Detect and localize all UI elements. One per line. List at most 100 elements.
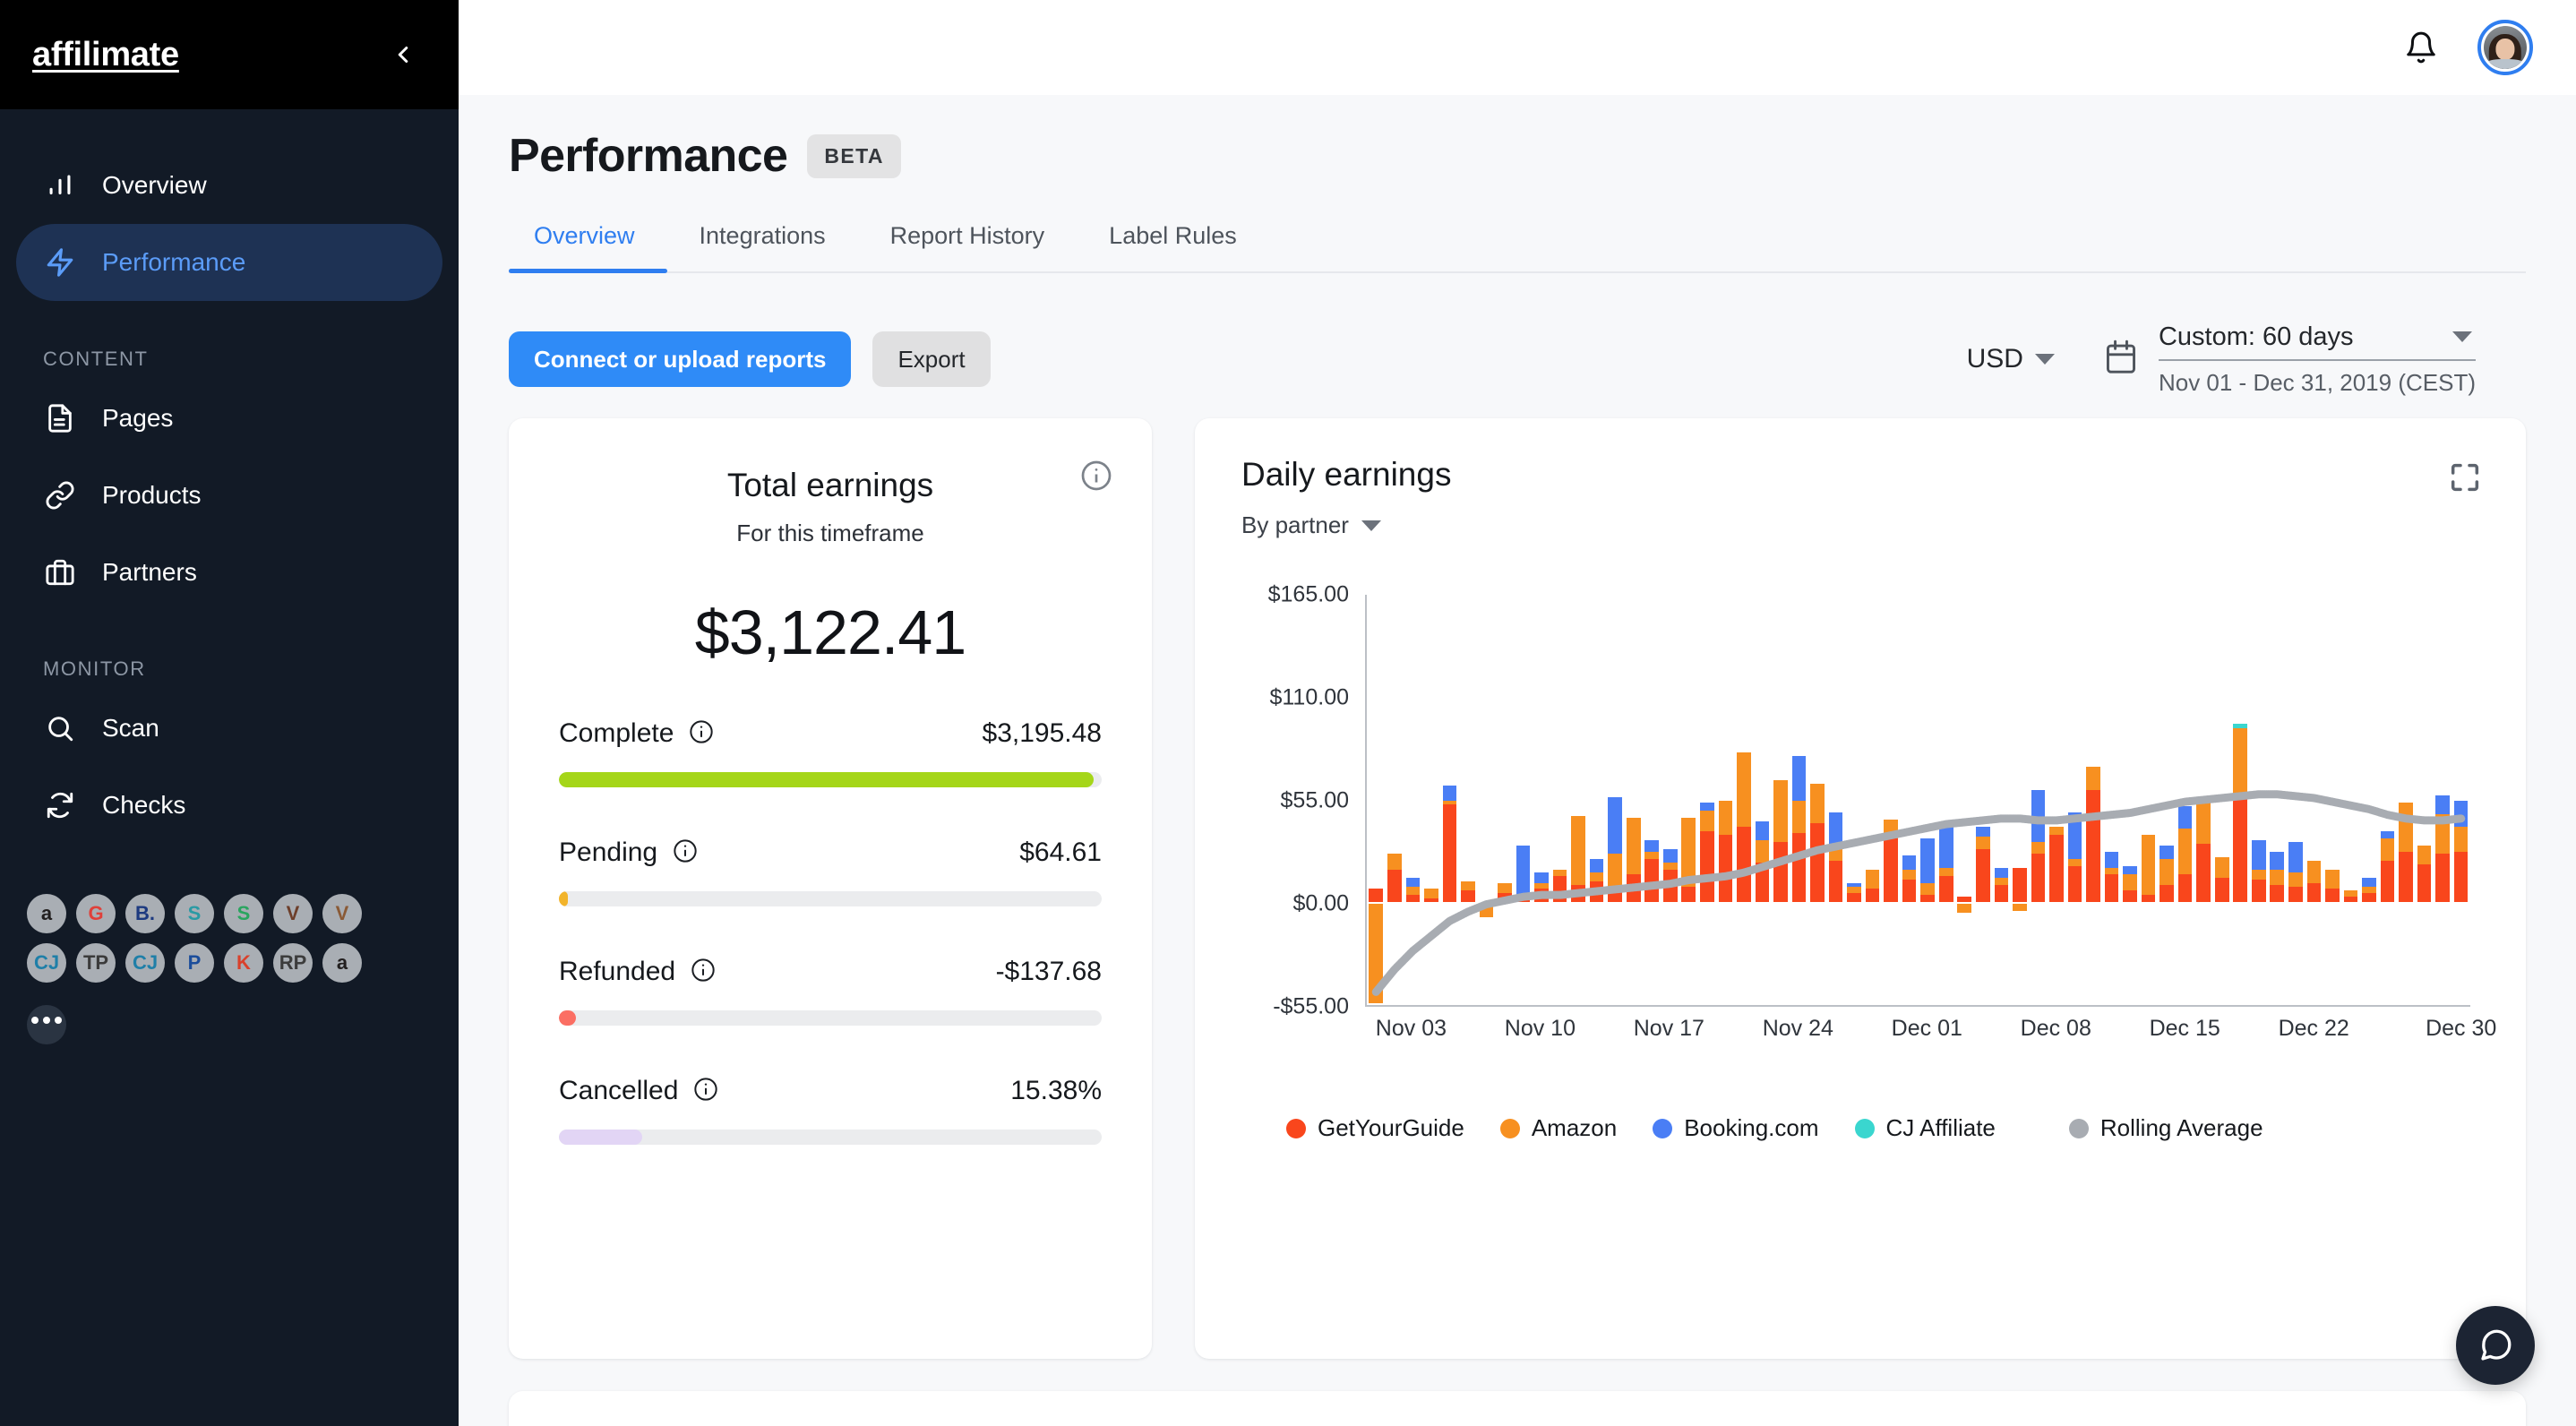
rolling-average-line: [1367, 595, 2470, 1005]
tab-integrations[interactable]: Integrations: [667, 222, 858, 271]
y-axis-tick: $0.00: [1292, 890, 1349, 916]
sidebar-item-overview[interactable]: Overview: [16, 147, 442, 224]
legend-item-cj-affiliate[interactable]: CJ Affiliate: [1854, 1114, 1996, 1142]
chevron-left-icon: [398, 47, 408, 63]
x-axis-labels: Nov 03 Nov 10 Nov 17 Nov 24 Dec 01 Dec 08 Dec …: [1365, 1016, 2497, 1052]
partner-chip-klook[interactable]: K: [224, 943, 263, 983]
partner-chip-amazon[interactable]: a: [27, 894, 66, 933]
sidebar-item-overview-label: Overview: [102, 171, 207, 199]
metric-row: Complete $3,195.48: [559, 718, 1102, 749]
brand-logo[interactable]: affilimate: [32, 36, 179, 74]
legend-label: Rolling Average: [2099, 1114, 2263, 1141]
connect-or-upload-reports-button[interactable]: Connect or upload reports: [509, 331, 852, 387]
metric-complete: Complete $3,195.48: [559, 718, 1102, 787]
partner-chip-viator[interactable]: V: [322, 894, 362, 933]
total-earnings-title: Total earnings: [726, 467, 934, 503]
legend-item-getyourguide[interactable]: GetYourGuide: [1286, 1114, 1464, 1142]
sidebar-group-monitor: Scan Checks: [0, 690, 459, 844]
chat-support-button[interactable]: [2456, 1306, 2535, 1385]
lightning-bolt-icon: [43, 245, 77, 279]
document-icon: [43, 401, 77, 435]
main-content: Performance BETA Overview Integrations R…: [459, 0, 2576, 1426]
y-axis-tick: -$55.00: [1273, 993, 1349, 1019]
sidebar-item-partners[interactable]: Partners: [16, 534, 442, 611]
currency-selector[interactable]: USD: [1967, 344, 2055, 374]
legend-item-amazon[interactable]: Amazon: [1499, 1114, 1617, 1142]
expand-icon[interactable]: [2447, 460, 2483, 500]
partner-chip-rakuten[interactable]: RP: [273, 943, 313, 983]
metric-left: Refunded: [559, 957, 716, 987]
calendar-icon: [2103, 339, 2139, 381]
beta-badge: BETA: [807, 133, 901, 178]
notifications-button[interactable]: [2404, 30, 2438, 64]
sidebar-item-products[interactable]: Products: [16, 457, 442, 534]
legend-color-swatch: [1499, 1118, 1520, 1138]
date-range-selector[interactable]: Custom: 60 days Nov 01 - Dec 31, 2019 (C…: [2103, 322, 2526, 397]
partner-chip-travelpayouts[interactable]: TP: [76, 943, 116, 983]
date-preset-row: Custom: 60 days: [2158, 322, 2476, 361]
total-earnings-card: Total earnings For this timeframe $3,122…: [509, 418, 1152, 1359]
metric-label: Cancelled: [559, 1076, 679, 1105]
group-by-selector[interactable]: By partner: [1241, 511, 2479, 539]
info-icon[interactable]: [689, 719, 714, 749]
metric-refunded: Refunded -$137.68: [559, 957, 1102, 1026]
sidebar-item-performance-label: Performance: [102, 248, 246, 276]
y-axis-labels: $165.00 $110.00 $55.00 $0.00 -$55.00: [1241, 582, 1349, 1019]
x-axis-tick: Dec 30: [2426, 1016, 2497, 1041]
metric-progress-track: [559, 772, 1102, 787]
metric-label: Complete: [559, 718, 674, 748]
partner-chip-viator-pin[interactable]: V: [273, 894, 313, 933]
info-icon[interactable]: [1080, 460, 1112, 496]
info-icon[interactable]: [673, 838, 698, 868]
partner-chip-getyourguide[interactable]: G: [76, 894, 116, 933]
legend-item-rolling-average[interactable]: Rolling Average: [2068, 1114, 2263, 1142]
metric-value: $64.61: [1019, 838, 1102, 867]
metric-left: Complete: [559, 718, 714, 749]
currency-value: USD: [1966, 344, 2023, 374]
chart-legend: GetYourGuide Amazon Booking.com CJ Affiliat…: [1241, 1114, 2479, 1142]
y-axis-tick: $55.00: [1280, 787, 1349, 813]
partner-chip-skimlinks[interactable]: S: [224, 894, 263, 933]
legend-label: CJ Affiliate: [1885, 1114, 1996, 1141]
sidebar-item-scan[interactable]: Scan: [16, 690, 442, 767]
briefcase-icon: [43, 555, 77, 589]
export-button[interactable]: Export: [872, 331, 991, 387]
tab-overview[interactable]: Overview: [509, 222, 667, 273]
daily-earnings-card: Daily earnings By partner $165.00 $110.00…: [1195, 418, 2526, 1359]
x-axis-tick: Dec 01: [1891, 1016, 1962, 1041]
sidebar-item-partners-label: Partners: [102, 558, 197, 586]
legend-item-booking-com[interactable]: Booking.com: [1653, 1114, 1819, 1142]
partner-chip-booking-com[interactable]: B.: [125, 894, 165, 933]
sidebar-item-pages[interactable]: Pages: [16, 380, 442, 457]
partner-chip-more-button[interactable]: [27, 1005, 66, 1044]
partner-chip-grid: a G B. S S V V CJ TP CJ P K RP a: [0, 844, 376, 1044]
avatar-face: [2495, 39, 2515, 61]
partner-chip-cj-affiliate[interactable]: CJ: [27, 943, 66, 983]
metric-value: 15.38%: [1010, 1076, 1102, 1105]
partner-chip-skyscanner[interactable]: S: [175, 894, 214, 933]
sidebar-group-content: Pages Products Partners: [0, 380, 459, 611]
chevron-down-icon: [2034, 354, 2055, 365]
sidebar-collapse-button[interactable]: [383, 35, 423, 74]
tab-report-history[interactable]: Report History: [858, 222, 1078, 271]
x-axis-tick: Dec 22: [2278, 1016, 2349, 1041]
sidebar-item-performance[interactable]: Performance: [16, 224, 442, 301]
date-range-value: Nov 01 - Dec 31, 2019 (CEST): [2158, 368, 2476, 396]
chart-plot-area: $165.00 $110.00 $55.00 $0.00 -$55.00 Nov 03 N…: [1241, 582, 2479, 1043]
partner-chip-cj-affiliate-2[interactable]: CJ: [125, 943, 165, 983]
metric-progress-track: [559, 1010, 1102, 1026]
tab-label-rules[interactable]: Label Rules: [1077, 222, 1269, 271]
sidebar-item-checks-label: Checks: [102, 791, 186, 819]
partner-chip-partnerize[interactable]: P: [175, 943, 214, 983]
sidebar-item-checks[interactable]: Checks: [16, 767, 442, 844]
avatar-image: [2484, 26, 2527, 69]
toolbar: Connect or upload reports Export USD Cus…: [459, 273, 2576, 396]
date-range-labels: Custom: 60 days Nov 01 - Dec 31, 2019 (C…: [2158, 322, 2476, 397]
group-by-value: By partner: [1241, 511, 1349, 538]
next-card-peek: [509, 1391, 2526, 1426]
info-icon[interactable]: [691, 958, 716, 987]
chart-canvas: [1365, 595, 2470, 1007]
info-icon[interactable]: [693, 1077, 718, 1106]
partner-chip-amazon-2[interactable]: a: [322, 943, 362, 983]
avatar[interactable]: [2477, 20, 2533, 75]
